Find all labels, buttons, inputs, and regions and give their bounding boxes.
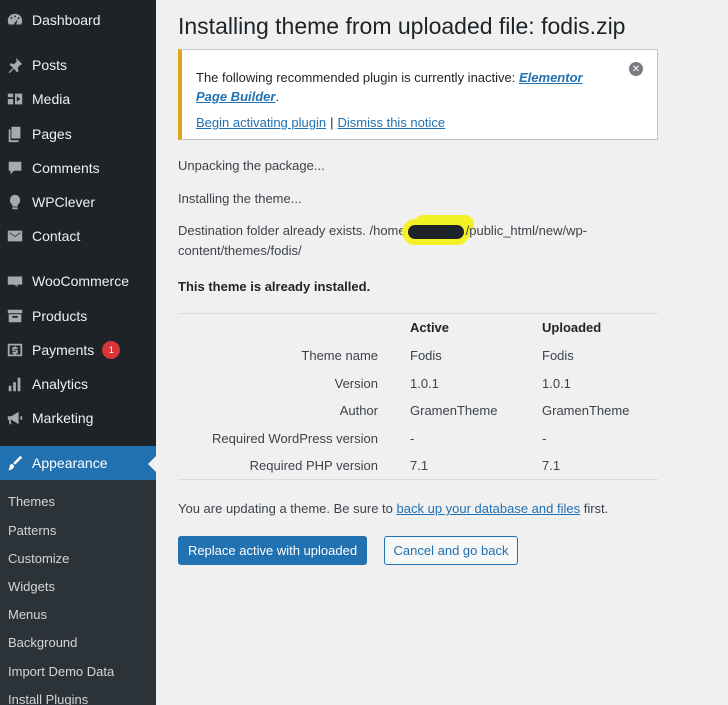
sidebar-item-posts[interactable]: Posts bbox=[0, 48, 156, 82]
sidebar-item-label: Posts bbox=[32, 57, 68, 73]
notice-text-line2: Page Builder. bbox=[196, 89, 280, 104]
pages-icon bbox=[5, 124, 25, 144]
sidebar-item-products[interactable]: Products bbox=[0, 299, 156, 333]
table-header: Uploaded bbox=[542, 320, 602, 336]
woo-icon bbox=[5, 271, 25, 291]
status-installing: Installing the theme... bbox=[178, 191, 302, 206]
cancel-button[interactable]: Cancel and go back bbox=[384, 536, 518, 565]
table-cell: 7.1 bbox=[410, 458, 429, 474]
table-cell: Version bbox=[334, 375, 378, 391]
sidebar-item-pages[interactable]: Pages bbox=[0, 117, 156, 151]
sidebar-item-payments[interactable]: Payments 1 bbox=[0, 333, 156, 367]
sidebar-item-label: Dashboard bbox=[32, 12, 101, 28]
table-cell: Required WordPress version bbox=[212, 430, 378, 446]
notice-text: The following recommended plugin is curr… bbox=[196, 70, 583, 85]
table-cell: Required PHP version bbox=[249, 458, 378, 474]
current-menu-arrow bbox=[148, 456, 156, 472]
sidebar-item-media[interactable]: Media bbox=[0, 82, 156, 116]
sidebar-item-analytics[interactable]: Analytics bbox=[0, 367, 156, 401]
admin-sidebar: Dashboard Posts Media Pages Comments WPC… bbox=[0, 0, 156, 705]
table-header bbox=[178, 314, 410, 342]
begin-activating-link[interactable]: Begin activating plugin bbox=[196, 115, 326, 130]
page-title: Installing theme from uploaded file: fod… bbox=[178, 13, 626, 39]
comment-icon bbox=[5, 158, 25, 178]
sidebar-item-label: Contact bbox=[32, 228, 81, 244]
elementor-link[interactable]: Elementor bbox=[519, 70, 583, 85]
theme-comparison-table: Active Uploaded Theme name Fodis Fodis V… bbox=[178, 313, 658, 481]
sidebar-item-woocommerce[interactable]: WooCommerce bbox=[0, 264, 156, 298]
backup-link[interactable]: back up your database and files bbox=[397, 501, 581, 516]
table-cell: Theme name bbox=[301, 347, 378, 363]
bar-chart-icon bbox=[5, 374, 25, 394]
submenu-item-themes[interactable]: Themes bbox=[8, 494, 55, 509]
table-cell: Fodis bbox=[410, 347, 442, 363]
redacted-scribble bbox=[407, 224, 464, 239]
table-cell: 1.0.1 bbox=[410, 375, 439, 391]
table-cell: - bbox=[410, 430, 415, 446]
status-unpacking: Unpacking the package... bbox=[178, 158, 325, 173]
sidebar-item-label: Pages bbox=[32, 126, 72, 142]
table-row: Version 1.0.1 1.0.1 bbox=[178, 369, 658, 397]
sidebar-item-label: Marketing bbox=[32, 410, 94, 426]
sidebar-item-label: Analytics bbox=[32, 376, 89, 392]
dollar-icon bbox=[5, 340, 25, 360]
replace-active-button[interactable]: Replace active with uploaded bbox=[178, 536, 367, 565]
table-header-row: Active Uploaded bbox=[178, 314, 658, 342]
dashboard-icon bbox=[5, 10, 25, 30]
submenu-item-patterns[interactable]: Patterns bbox=[8, 523, 56, 538]
pin-icon bbox=[5, 55, 25, 75]
sidebar-item-wpclever[interactable]: WPClever bbox=[0, 185, 156, 219]
table-cell: 7.1 bbox=[542, 458, 561, 474]
submenu-item-import-demo-data[interactable]: Import Demo Data bbox=[8, 664, 114, 679]
sidebar-item-label: Appearance bbox=[32, 455, 108, 471]
already-installed-message: This theme is already installed. bbox=[178, 279, 371, 294]
brush-icon bbox=[5, 453, 25, 473]
table-row: Author GramenTheme GramenTheme bbox=[178, 397, 658, 425]
submenu-item-widgets[interactable]: Widgets bbox=[8, 579, 55, 594]
plugin-notice: The following recommended plugin is curr… bbox=[178, 49, 658, 140]
sidebar-item-label: WooCommerce bbox=[32, 273, 129, 289]
table-header: Active bbox=[410, 320, 450, 336]
status-destination: Destination folder already exists. /home… bbox=[178, 223, 588, 258]
table-row: Theme name Fodis Fodis bbox=[178, 342, 658, 370]
sidebar-item-label: Media bbox=[32, 91, 71, 107]
table-cell: Fodis bbox=[542, 347, 574, 363]
media-icon bbox=[5, 89, 25, 109]
table-cell: GramenTheme bbox=[542, 403, 630, 419]
table-row: Required WordPress version - - bbox=[178, 425, 658, 453]
notice-actions: Begin activating plugin | Dismiss this not… bbox=[196, 115, 446, 130]
table-cell: 1.0.1 bbox=[542, 375, 571, 391]
mail-icon bbox=[5, 226, 25, 246]
sidebar-item-label: Comments bbox=[32, 160, 100, 176]
notification-badge: 1 bbox=[102, 341, 121, 359]
submenu-item-background[interactable]: Background bbox=[8, 635, 77, 650]
close-icon[interactable]: ✕ bbox=[629, 62, 643, 76]
update-warning: You are updating a theme. Be sure to bac… bbox=[178, 501, 609, 516]
submenu-item-customize[interactable]: Customize bbox=[8, 551, 69, 566]
table-cell: - bbox=[542, 430, 547, 446]
appearance-submenu: Themes Patterns Customize Widgets Menus … bbox=[0, 480, 156, 705]
sidebar-item-comments[interactable]: Comments bbox=[0, 151, 156, 185]
bulb-icon bbox=[5, 192, 25, 212]
table-row: Required PHP version 7.1 7.1 bbox=[178, 452, 658, 480]
sidebar-item-label: WPClever bbox=[32, 194, 96, 210]
table-cell: GramenTheme bbox=[410, 403, 498, 419]
sidebar-item-contact[interactable]: Contact bbox=[0, 219, 156, 253]
submenu-item-install-plugins[interactable]: Install Plugins bbox=[8, 692, 88, 705]
sidebar-item-marketing[interactable]: Marketing bbox=[0, 401, 156, 435]
sidebar-item-appearance[interactable]: Appearance bbox=[0, 446, 156, 480]
elementor-link-line2[interactable]: Page Builder bbox=[196, 89, 275, 104]
table-cell: Author bbox=[339, 403, 378, 419]
archive-icon bbox=[5, 306, 25, 326]
submenu-item-menus[interactable]: Menus bbox=[8, 607, 47, 622]
sidebar-item-dashboard[interactable]: Dashboard bbox=[0, 3, 156, 37]
megaphone-icon bbox=[5, 408, 25, 428]
sidebar-item-label: Products bbox=[32, 308, 88, 324]
sidebar-item-label: Payments bbox=[32, 342, 95, 358]
dismiss-notice-link[interactable]: Dismiss this notice bbox=[337, 115, 445, 130]
